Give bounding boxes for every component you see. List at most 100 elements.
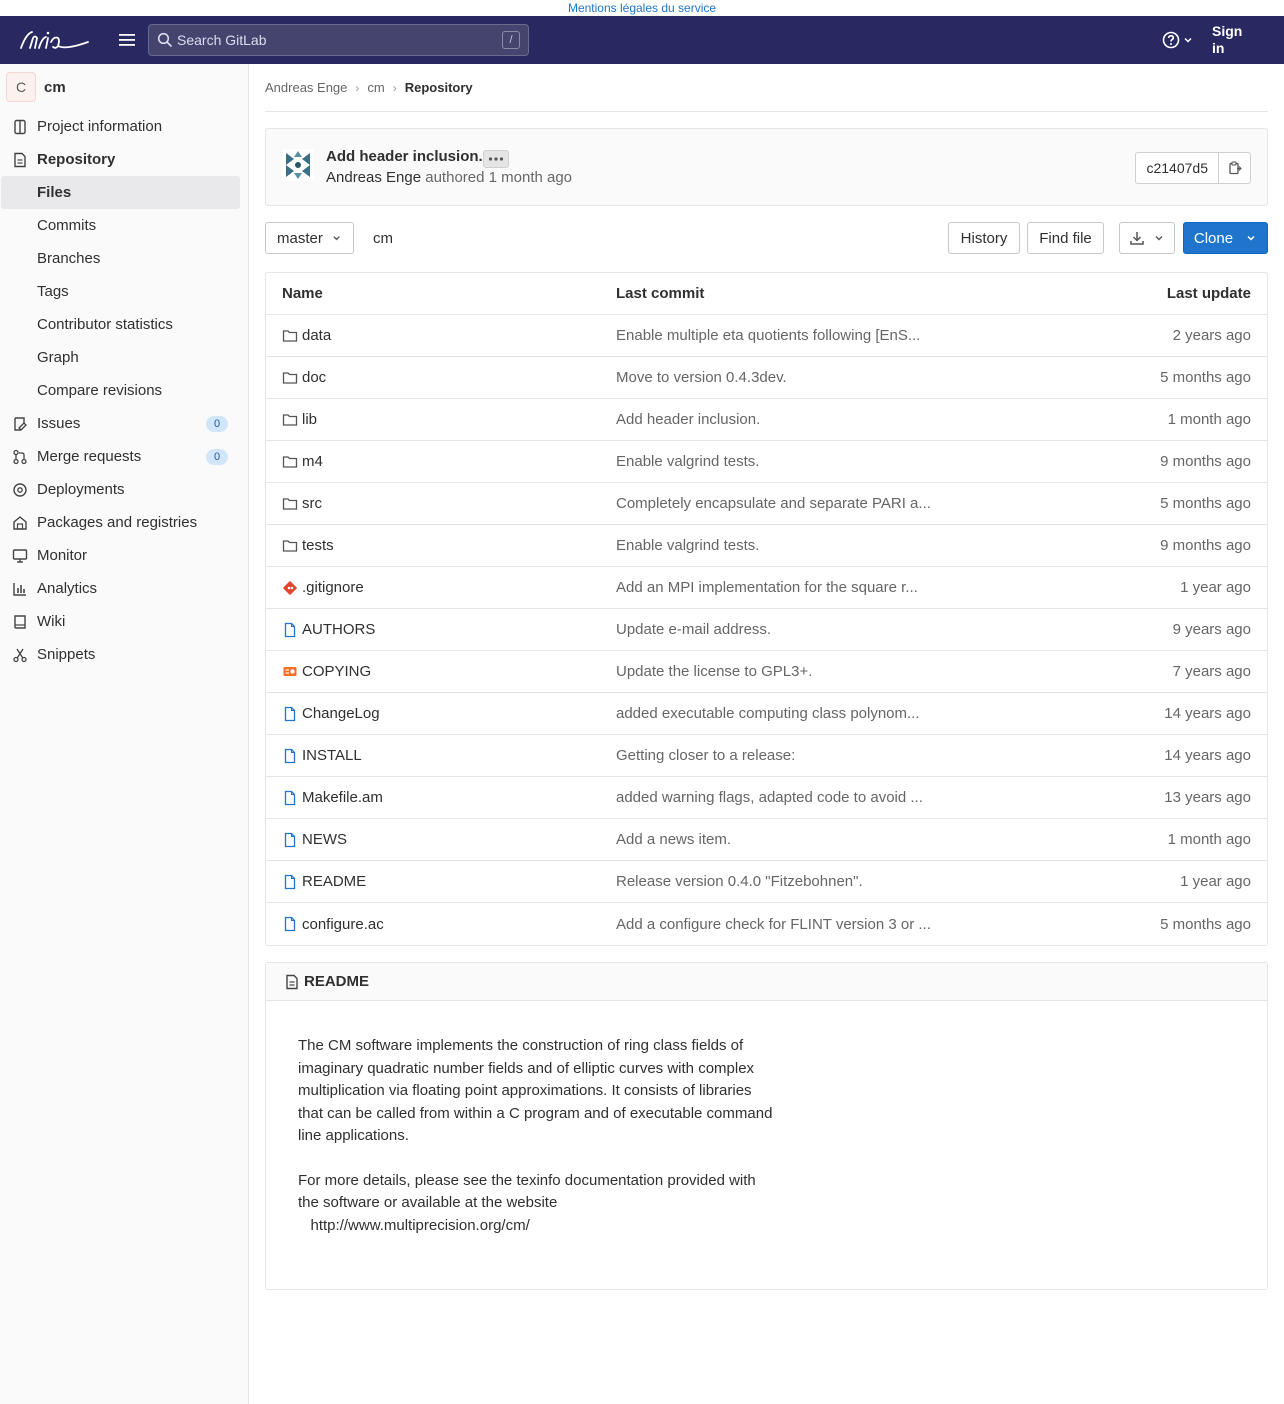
inria-logo-icon[interactable] bbox=[18, 26, 90, 54]
file-name-link[interactable]: src bbox=[282, 495, 322, 512]
sidebar-item-commits[interactable]: Commits bbox=[0, 209, 248, 242]
sidebar-item-branches[interactable]: Branches bbox=[0, 242, 248, 275]
legal-notice-link[interactable]: Mentions légales du service bbox=[568, 1, 716, 15]
file-name: tests bbox=[302, 537, 334, 554]
table-row[interactable]: doc Move to version 0.4.3dev. 5 months ago bbox=[266, 357, 1267, 399]
hamburger-icon bbox=[119, 34, 135, 46]
sign-in-link[interactable]: Sign in bbox=[1212, 23, 1248, 57]
readme-title[interactable]: README bbox=[304, 973, 369, 990]
menu-toggle-button[interactable] bbox=[110, 23, 144, 57]
table-row[interactable]: m4 Enable valgrind tests. 9 months ago bbox=[266, 441, 1267, 483]
last-commit-link[interactable]: Move to version 0.4.3dev. bbox=[616, 369, 787, 386]
chevron-down-icon bbox=[333, 236, 340, 241]
last-update: 9 years ago bbox=[1172, 621, 1251, 638]
sidebar-item-snippets[interactable]: Snippets bbox=[0, 638, 248, 671]
table-row[interactable]: COPYING Update the license to GPL3+. 7 yea… bbox=[266, 651, 1267, 693]
help-menu-button[interactable] bbox=[1156, 24, 1200, 56]
table-row[interactable]: configure.ac Add a configure check for FL… bbox=[266, 903, 1267, 945]
find-file-button[interactable]: Find file bbox=[1027, 222, 1104, 254]
file-name-link[interactable]: doc bbox=[282, 369, 326, 386]
sidebar-item-files[interactable]: Files bbox=[1, 176, 240, 209]
file-name-link[interactable]: NEWS bbox=[282, 831, 347, 848]
table-row[interactable]: README Release version 0.4.0 "Fitzebohnen… bbox=[266, 861, 1267, 903]
table-row[interactable]: tests Enable valgrind tests. 9 months ago bbox=[266, 525, 1267, 567]
table-row[interactable]: ChangeLog added executable computing clas… bbox=[266, 693, 1267, 735]
file-name-link[interactable]: lib bbox=[282, 411, 317, 428]
commit-author-link[interactable]: Andreas Enge bbox=[326, 169, 421, 186]
chevron-down-icon bbox=[1155, 236, 1163, 241]
file-name-link[interactable]: INSTALL bbox=[282, 747, 362, 764]
last-commit-link[interactable]: Enable valgrind tests. bbox=[616, 453, 759, 470]
table-row[interactable]: src Completely encapsulate and separate P… bbox=[266, 483, 1267, 525]
file-name-link[interactable]: .gitignore bbox=[282, 579, 364, 596]
sidebar-item-graph[interactable]: Graph bbox=[0, 341, 248, 374]
monitor-icon bbox=[12, 548, 28, 563]
project-header[interactable]: C cm bbox=[0, 64, 248, 110]
file-name-link[interactable]: tests bbox=[282, 537, 334, 554]
table-row[interactable]: AUTHORS Update e-mail address. 9 years ago bbox=[266, 609, 1267, 651]
breadcrumb-owner[interactable]: Andreas Enge bbox=[265, 80, 347, 95]
last-commit-link[interactable]: Add an MPI implementation for the square… bbox=[616, 579, 918, 596]
file-name-link[interactable]: COPYING bbox=[282, 663, 371, 680]
commit-title[interactable]: Add header inclusion. bbox=[326, 148, 483, 165]
commit-sha[interactable]: c21407d5 bbox=[1135, 152, 1219, 184]
last-commit-link[interactable]: added executable computing class polynom… bbox=[616, 705, 920, 722]
last-commit-link[interactable]: added warning flags, adapted code to avo… bbox=[616, 789, 923, 806]
table-row[interactable]: NEWS Add a news item. 1 month ago bbox=[266, 819, 1267, 861]
last-commit-link[interactable]: Enable multiple eta quotients following … bbox=[616, 327, 920, 344]
download-button[interactable] bbox=[1119, 222, 1175, 254]
branch-selector[interactable]: master bbox=[265, 222, 354, 254]
breadcrumb-project[interactable]: cm bbox=[367, 80, 384, 95]
table-row[interactable]: Makefile.am added warning flags, adapted … bbox=[266, 777, 1267, 819]
table-row[interactable]: data Enable multiple eta quotients follow… bbox=[266, 315, 1267, 357]
sidebar-item-compare-revisions[interactable]: Compare revisions bbox=[0, 374, 248, 407]
sidebar-item-project-information[interactable]: Project information bbox=[0, 110, 248, 143]
last-commit-link[interactable]: Update e-mail address. bbox=[616, 621, 771, 638]
breadcrumb-current[interactable]: Repository bbox=[405, 80, 473, 95]
history-button[interactable]: History bbox=[948, 222, 1020, 254]
commit-author-avatar[interactable] bbox=[282, 149, 314, 181]
chevron-down-icon bbox=[1184, 37, 1192, 43]
sidebar-item-wiki[interactable]: Wiki bbox=[0, 605, 248, 638]
file-name: AUTHORS bbox=[302, 621, 376, 638]
file-name-link[interactable]: ChangeLog bbox=[282, 705, 380, 722]
last-commit-link[interactable]: Add header inclusion. bbox=[616, 411, 760, 428]
sidebar-item-contributor-statistics[interactable]: Contributor statistics bbox=[0, 308, 248, 341]
sidebar-item-monitor[interactable]: Monitor bbox=[0, 539, 248, 572]
file-name-link[interactable]: Makefile.am bbox=[282, 789, 383, 806]
sidebar-item-deployments[interactable]: Deployments bbox=[0, 473, 248, 506]
sidebar-item-packages-registries[interactable]: Packages and registries bbox=[0, 506, 248, 539]
file-name: NEWS bbox=[302, 831, 347, 848]
last-commit-link[interactable]: Completely encapsulate and separate PARI… bbox=[616, 495, 931, 512]
table-row[interactable]: INSTALL Getting closer to a release: 14 ye… bbox=[266, 735, 1267, 777]
last-commit-link[interactable]: Release version 0.4.0 "Fitzebohnen". bbox=[616, 873, 863, 890]
commit-description-toggle[interactable] bbox=[483, 150, 509, 168]
last-commit-link[interactable]: Enable valgrind tests. bbox=[616, 537, 759, 554]
chevron-down-icon bbox=[1247, 235, 1255, 241]
file-name-link[interactable]: README bbox=[282, 873, 366, 890]
file-name-link[interactable]: data bbox=[282, 327, 331, 344]
file-name-link[interactable]: configure.ac bbox=[282, 916, 384, 933]
sidebar-item-merge-requests[interactable]: Merge requests 0 bbox=[0, 440, 248, 473]
sidebar-item-issues[interactable]: Issues 0 bbox=[0, 407, 248, 440]
table-row[interactable]: .gitignore Add an MPI implementation for … bbox=[266, 567, 1267, 609]
last-commit-link[interactable]: Add a configure check for FLINT version … bbox=[616, 916, 931, 933]
sidebar-item-label: Project information bbox=[37, 118, 163, 135]
file-name-link[interactable]: m4 bbox=[282, 453, 323, 470]
copy-sha-button[interactable] bbox=[1219, 152, 1251, 184]
sidebar-item-tags[interactable]: Tags bbox=[0, 275, 248, 308]
search-input[interactable]: Search GitLab / bbox=[148, 24, 529, 56]
breadcrumb: Andreas Enge › cm › Repository bbox=[265, 64, 1268, 112]
last-commit-link[interactable]: Add a news item. bbox=[616, 831, 731, 848]
clone-button[interactable]: Clone bbox=[1183, 222, 1268, 254]
readme-header: README bbox=[266, 963, 1267, 1001]
last-commit-link[interactable]: Update the license to GPL3+. bbox=[616, 663, 812, 680]
project-avatar: C bbox=[6, 72, 36, 102]
file-name-link[interactable]: AUTHORS bbox=[282, 621, 375, 638]
last-update: 5 months ago bbox=[1160, 915, 1251, 933]
repo-path[interactable]: cm bbox=[373, 222, 393, 254]
sidebar-item-repository[interactable]: Repository bbox=[0, 143, 248, 176]
sidebar-item-analytics[interactable]: Analytics bbox=[0, 572, 248, 605]
last-commit-link[interactable]: Getting closer to a release: bbox=[616, 747, 795, 764]
table-row[interactable]: lib Add header inclusion. 1 month ago bbox=[266, 399, 1267, 441]
